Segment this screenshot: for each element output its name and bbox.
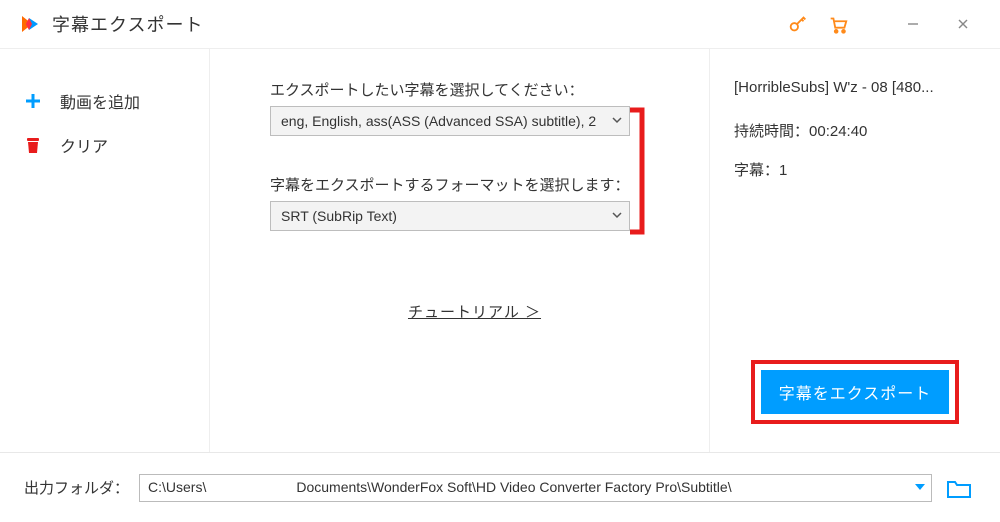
trash-icon: [22, 136, 44, 154]
file-name: [HorribleSubs] W'z - 08 [480...: [734, 79, 976, 96]
tutorial-link[interactable]: チュートリアル ＞: [270, 301, 679, 322]
redacted-segment: [206, 480, 296, 496]
caret-down-icon[interactable]: [907, 480, 927, 496]
subtitle-count-value: 1: [779, 162, 787, 179]
sidebar-item-clear[interactable]: クリア: [22, 123, 189, 167]
output-folder-label: 出力フォルダ：: [24, 477, 129, 498]
subtitle-select[interactable]: eng, English, ass(ASS (Advanced SSA) sub…: [270, 106, 630, 136]
cart-icon-button[interactable]: [818, 4, 858, 44]
format-select-value: SRT (SubRip Text): [281, 208, 397, 224]
subtitle-select-value: eng, English, ass(ASS (Advanced SSA) sub…: [281, 113, 596, 129]
duration-label: 持続時間：: [734, 123, 809, 140]
browse-folder-button[interactable]: [942, 474, 976, 502]
window-title: 字幕エクスポート: [52, 11, 203, 37]
export-button-highlight-frame: 字幕をエクスポート: [751, 360, 960, 424]
key-icon-button[interactable]: [778, 4, 818, 44]
sidebar: 動画を追加 クリア: [0, 49, 210, 452]
export-subtitle-button[interactable]: 字幕をエクスポート: [761, 370, 950, 414]
center-pane: エクスポートしたい字幕を選択してください： eng, English, ass(…: [210, 49, 710, 452]
sidebar-label: 動画を追加: [60, 89, 140, 113]
titlebar: 字幕エクスポート: [0, 0, 1000, 48]
footer: 出力フォルダ： C:\Users\Documents\WonderFox Sof…: [0, 452, 1000, 522]
duration-row: 持続時間：00:24:40: [734, 120, 976, 141]
bracket-annotation-icon: [628, 106, 648, 236]
sidebar-item-add-video[interactable]: 動画を追加: [22, 79, 189, 123]
info-pane: [HorribleSubs] W'z - 08 [480... 持続時間：00:…: [710, 49, 1000, 452]
chevron-down-icon: [611, 113, 623, 129]
subtitle-count-row: 字幕：1: [734, 159, 976, 180]
sidebar-label: クリア: [60, 133, 108, 157]
select-subtitle-label: エクスポートしたい字幕を選択してください：: [270, 79, 679, 100]
duration-value: 00:24:40: [809, 123, 867, 140]
output-folder-value: C:\Users\Documents\WonderFox Soft\HD Vid…: [148, 479, 907, 496]
app-logo-icon: [18, 12, 42, 36]
select-format-label: 字幕をエクスポートするフォーマットを選択します：: [270, 174, 679, 195]
output-folder-input[interactable]: C:\Users\Documents\WonderFox Soft\HD Vid…: [139, 474, 932, 502]
close-button[interactable]: [938, 0, 988, 48]
format-select[interactable]: SRT (SubRip Text): [270, 201, 630, 231]
subtitle-count-label: 字幕：: [734, 162, 779, 179]
minimize-button[interactable]: [888, 0, 938, 48]
plus-icon: [22, 92, 44, 110]
chevron-down-icon: [611, 208, 623, 224]
